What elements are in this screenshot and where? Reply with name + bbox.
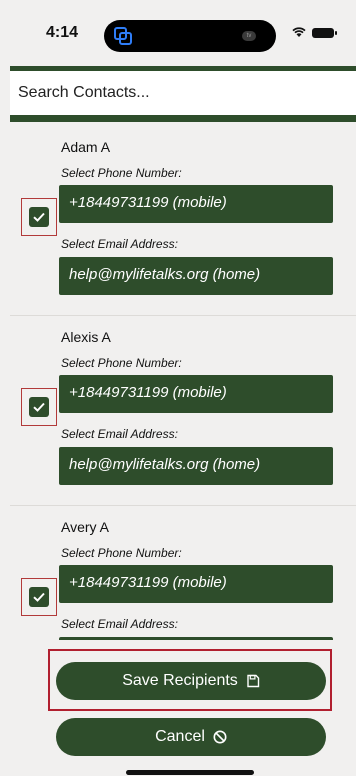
- contact-card: Alexis A Select Phone Number: +184497311…: [10, 316, 356, 506]
- phone-select[interactable]: +18449731199 (mobile): [59, 375, 333, 413]
- cancel-icon: [213, 730, 227, 744]
- email-select[interactable]: help@mylifetalks.org (home): [59, 257, 333, 295]
- cancel-button[interactable]: Cancel: [56, 718, 326, 756]
- contact-name: Alexis A: [61, 329, 111, 345]
- email-label: Select Email Address:: [61, 237, 178, 251]
- checkbox-checked: [29, 587, 49, 607]
- search-input[interactable]: [10, 71, 356, 115]
- contact-checkbox[interactable]: [21, 198, 57, 236]
- checkmark-icon: [33, 402, 45, 412]
- checkbox-checked: [29, 207, 49, 227]
- dynamic-island: tv: [104, 20, 276, 52]
- contact-checkbox[interactable]: [21, 578, 57, 616]
- email-label: Select Email Address:: [61, 427, 178, 441]
- phone-label: Select Phone Number:: [61, 546, 182, 560]
- save-icon: [247, 674, 260, 688]
- status-bar: 4:14 tv: [0, 0, 356, 64]
- save-button-label: Save Recipients: [122, 672, 238, 689]
- email-select[interactable]: help@mylifetalks.org (home): [59, 447, 333, 485]
- wifi-icon: [292, 27, 306, 37]
- contact-name: Avery A: [61, 519, 109, 535]
- cancel-button-label: Cancel: [155, 728, 205, 745]
- checkmark-icon: [33, 212, 45, 222]
- phone-label: Select Phone Number:: [61, 356, 182, 370]
- phone-select[interactable]: +18449731199 (mobile): [59, 185, 333, 223]
- phone-label: Select Phone Number:: [61, 166, 182, 180]
- app-activity-icon: [114, 27, 132, 45]
- screen: 4:14 tv Adam A Select Phone Number: +184…: [0, 0, 356, 776]
- battery-icon: [312, 28, 337, 38]
- contact-checkbox[interactable]: [21, 388, 57, 426]
- checkmark-icon: [33, 592, 45, 602]
- tv-badge: tv: [242, 31, 256, 41]
- contact-name: Adam A: [61, 139, 111, 155]
- checkbox-checked: [29, 397, 49, 417]
- home-indicator: [126, 770, 254, 775]
- contact-card: Adam A Select Phone Number: +18449731199…: [10, 126, 356, 316]
- email-label: Select Email Address:: [61, 617, 178, 631]
- contact-card: Avery A Select Phone Number: +1844973119…: [10, 506, 356, 675]
- phone-select[interactable]: +18449731199 (mobile): [59, 565, 333, 603]
- status-time: 4:14: [46, 24, 79, 41]
- save-recipients-button[interactable]: Save Recipients: [56, 662, 326, 700]
